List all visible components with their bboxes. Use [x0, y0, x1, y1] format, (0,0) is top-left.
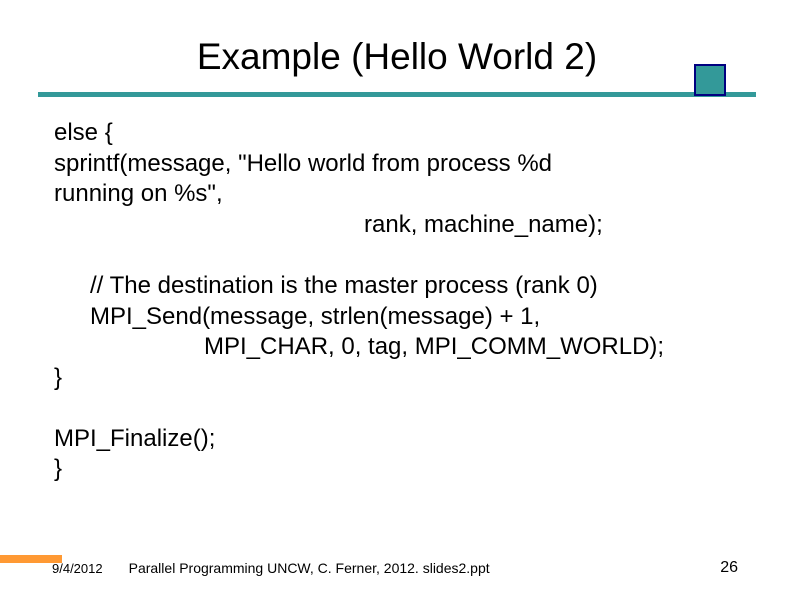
- footer-date: 9/4/2012: [52, 561, 103, 576]
- title-underline: [38, 92, 756, 97]
- blank-line: [54, 241, 746, 271]
- footer-page-number: 26: [720, 559, 738, 577]
- code-line: rank, machine_name);: [54, 210, 746, 241]
- code-line: }: [54, 454, 746, 485]
- code-line: // The destination is the master process…: [54, 271, 746, 302]
- code-line: running on %s",: [54, 179, 746, 210]
- footer: 9/4/2012 Parallel Programming UNCW, C. F…: [48, 559, 746, 577]
- slide: Example (Hello World 2) else { sprintf(m…: [0, 0, 794, 595]
- code-content: else { sprintf(message, "Hello world fro…: [48, 118, 746, 485]
- title-square-icon: [694, 64, 726, 96]
- footer-text: Parallel Programming UNCW, C. Ferner, 20…: [129, 560, 721, 576]
- title-decoration: [48, 90, 746, 100]
- code-line: }: [54, 363, 746, 394]
- slide-title: Example (Hello World 2): [48, 36, 746, 78]
- code-line: MPI_CHAR, 0, tag, MPI_COMM_WORLD);: [54, 332, 746, 363]
- code-line: MPI_Finalize();: [54, 424, 746, 455]
- code-line: else {: [54, 118, 746, 149]
- blank-line: [54, 394, 746, 424]
- code-line: MPI_Send(message, strlen(message) + 1,: [54, 302, 746, 333]
- code-line: sprintf(message, "Hello world from proce…: [54, 149, 746, 180]
